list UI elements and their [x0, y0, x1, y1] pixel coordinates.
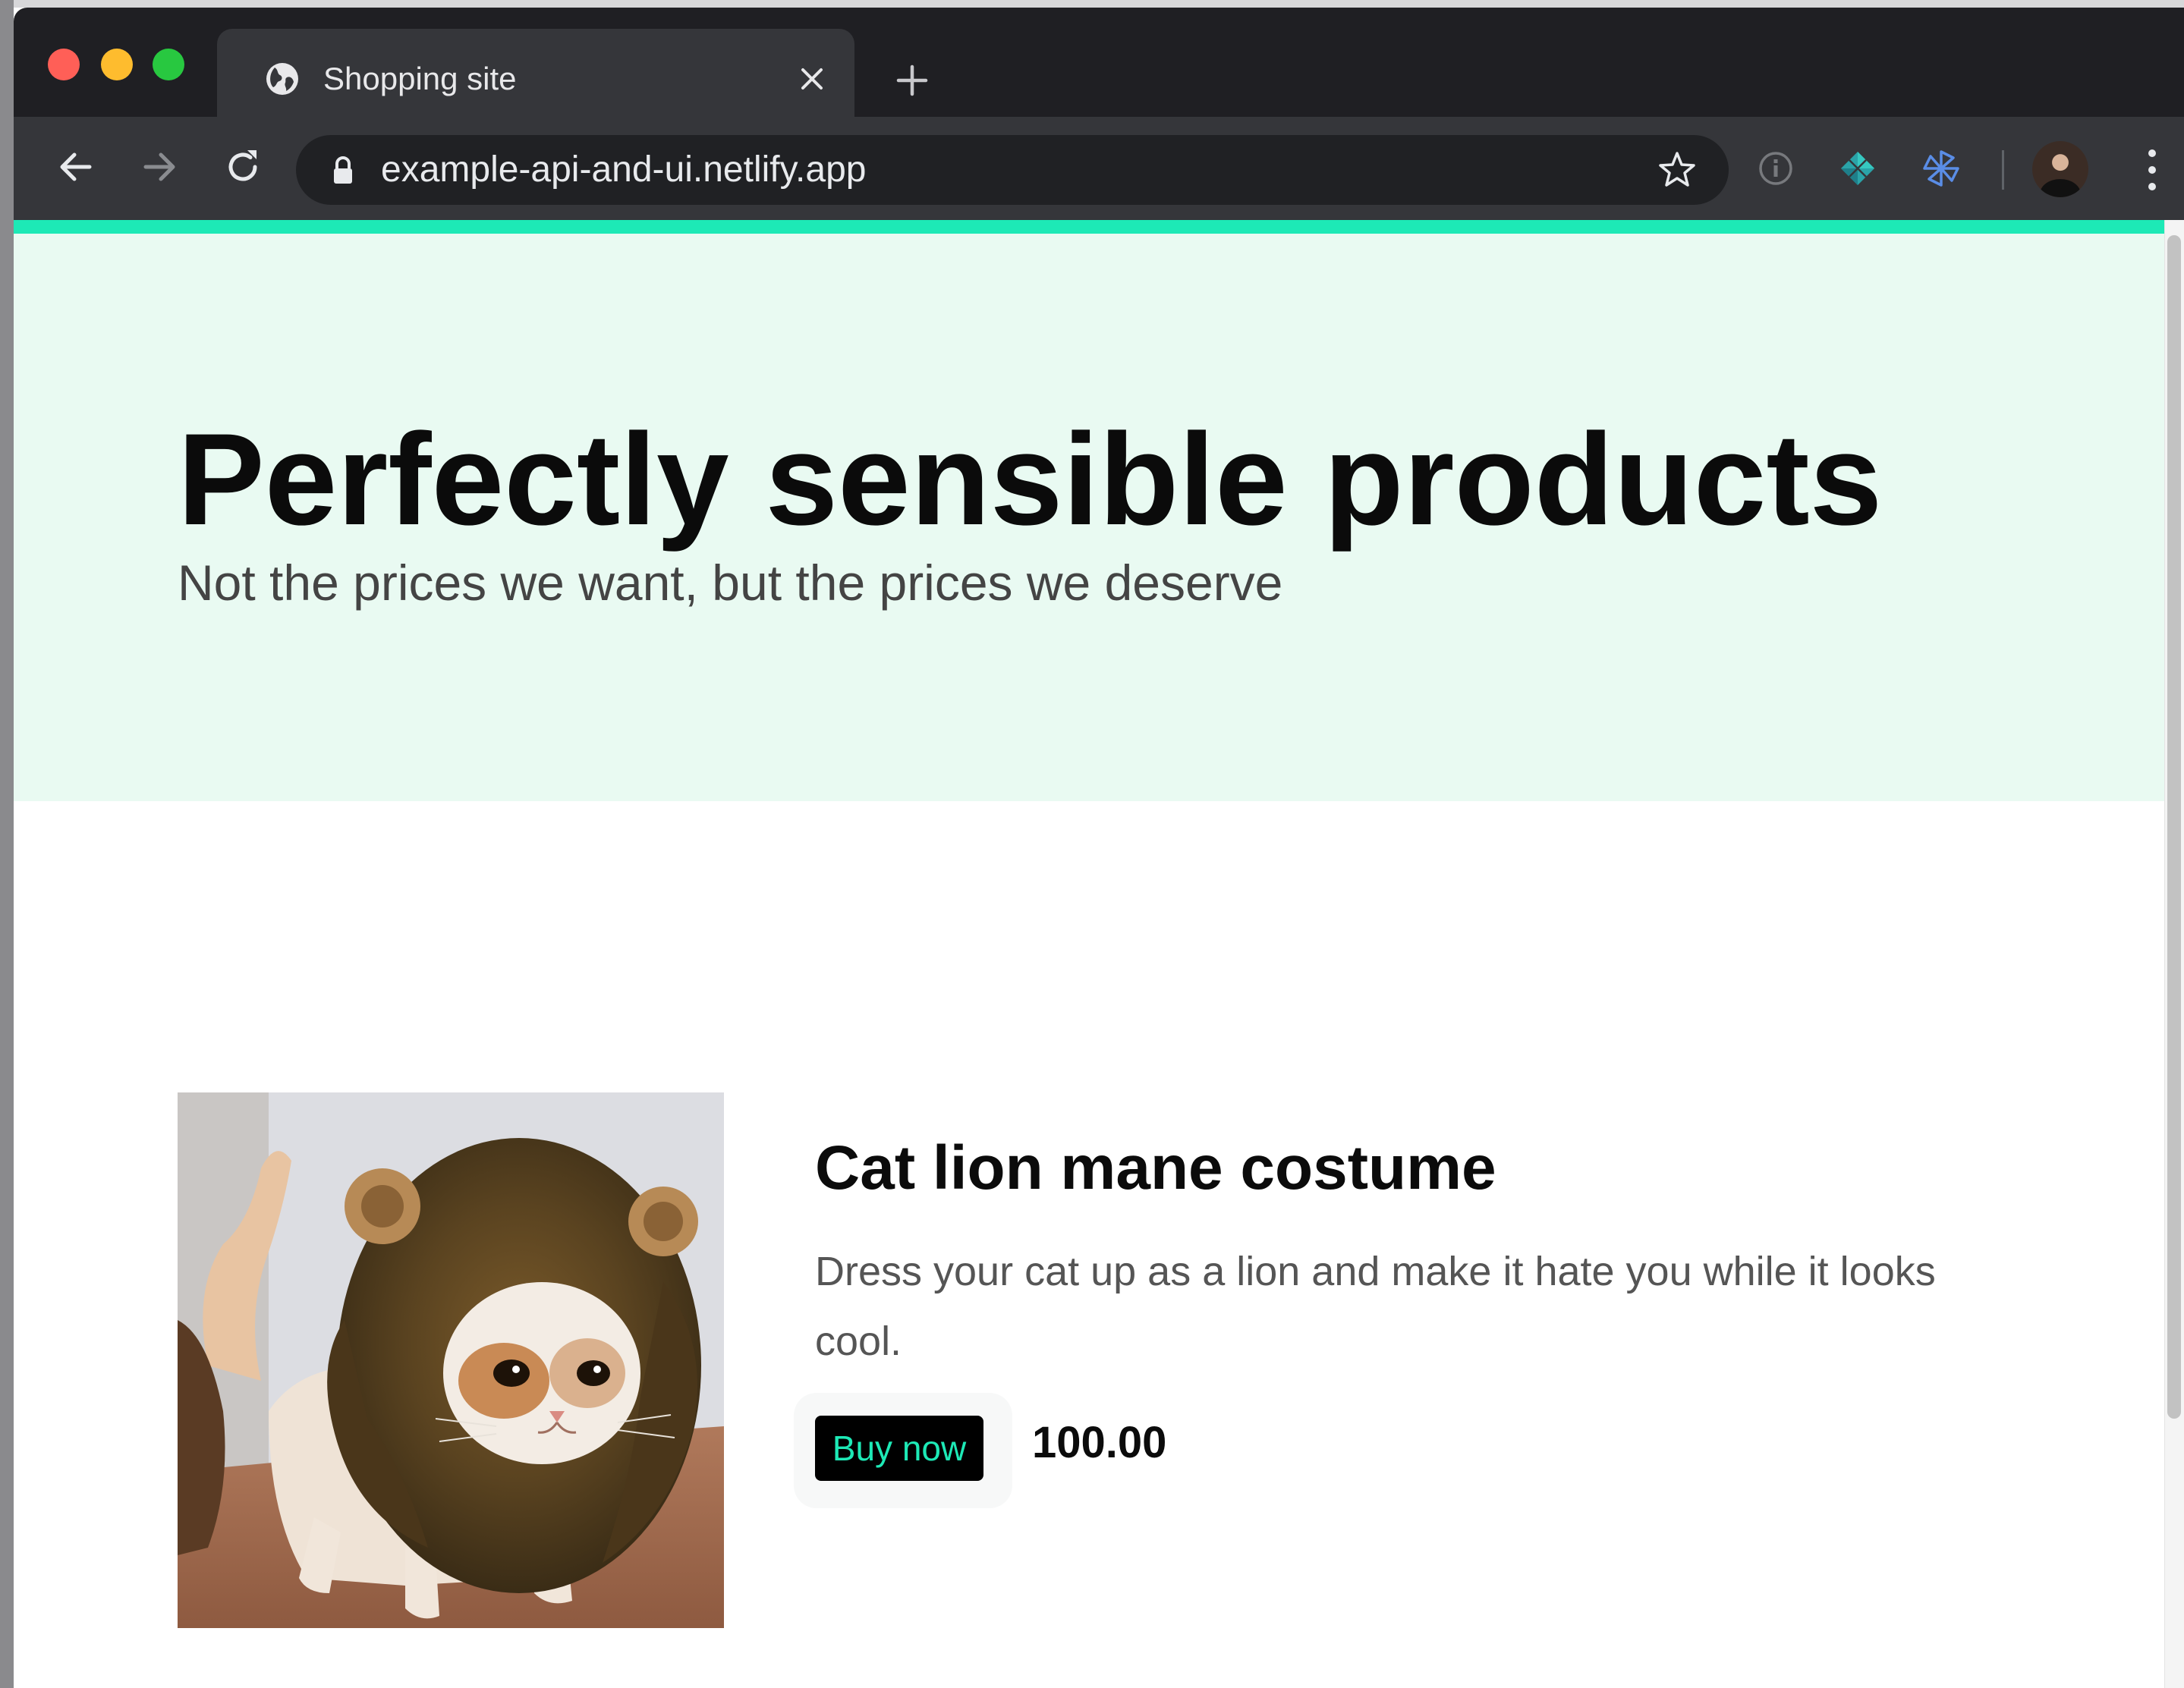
product-card: Cat lion mane costume Dress your cat up … — [178, 1092, 1999, 1639]
toolbar-separator — [2002, 150, 2004, 190]
zoom-window-button[interactable] — [153, 49, 184, 80]
screen: Shopping site example-api-and-ui.netlify… — [0, 0, 2184, 1688]
bookmark-star-icon[interactable] — [1656, 149, 1698, 191]
browser-toolbar: example-api-and-ui.netlify.app — [14, 117, 2184, 220]
desktop-top-edge — [0, 0, 2184, 8]
browser-window: Shopping site example-api-and-ui.netlify… — [14, 8, 2184, 1688]
page-title: Perfectly sensible products — [178, 407, 1883, 552]
scrollbar-thumb[interactable] — [2167, 235, 2181, 1419]
globe-icon — [266, 63, 298, 95]
lock-icon[interactable] — [328, 153, 358, 187]
desktop-background — [0, 0, 14, 1688]
pinwheel-extension-icon[interactable] — [1920, 147, 1962, 190]
address-bar[interactable]: example-api-and-ui.netlify.app — [296, 135, 1729, 205]
back-button[interactable] — [53, 144, 99, 190]
tab-title: Shopping site — [323, 61, 517, 96]
diamond-extension-icon[interactable] — [1836, 147, 1879, 190]
buy-now-button[interactable]: Buy now — [815, 1416, 983, 1481]
page-content: Perfectly sensible products Not the pric… — [14, 220, 2184, 1688]
close-window-button[interactable] — [48, 49, 80, 80]
close-tab-icon[interactable] — [795, 62, 829, 96]
product-name: Cat lion mane costume — [815, 1133, 1496, 1202]
avatar-shirt — [2040, 179, 2081, 197]
buy-button-focus-ring: Buy now — [794, 1393, 1012, 1508]
product-image — [178, 1092, 724, 1628]
profile-avatar[interactable] — [2032, 141, 2088, 197]
page-subtitle: Not the prices we want, but the prices w… — [178, 555, 1283, 611]
product-description: Dress your cat up as a lion and make it … — [815, 1249, 1936, 1364]
page-top-accent-bar — [14, 220, 2164, 234]
product-price: 100.00 — [1032, 1418, 1167, 1467]
forward-button[interactable] — [137, 144, 182, 190]
kebab-menu-icon[interactable] — [2145, 146, 2160, 194]
reload-button[interactable] — [220, 144, 266, 190]
minimize-window-button[interactable] — [101, 49, 133, 80]
new-tab-icon[interactable] — [894, 62, 930, 99]
info-extension-icon[interactable] — [1754, 147, 1797, 190]
url-text[interactable]: example-api-and-ui.netlify.app — [381, 147, 866, 193]
hero-section: Perfectly sensible products Not the pric… — [14, 234, 2164, 801]
tab-strip: Shopping site — [14, 8, 2184, 117]
tab-shopping-site[interactable]: Shopping site — [217, 29, 854, 117]
